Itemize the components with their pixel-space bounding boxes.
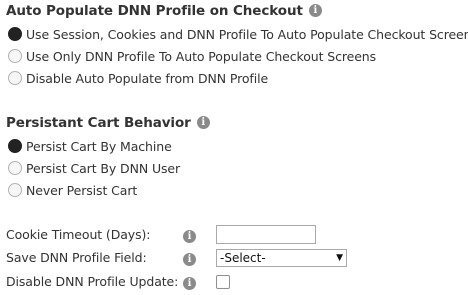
radio-label: Use Only DNN Profile To Auto Populate Ch… [26, 48, 377, 64]
radio-label: Persist Cart By DNN User [26, 160, 181, 176]
radio-button[interactable] [8, 49, 22, 63]
radio-never-persist[interactable]: Never Persist Cart [8, 181, 137, 199]
radio-button[interactable] [8, 27, 22, 41]
auto-populate-title-text: Auto Populate DNN Profile on Checkout [6, 3, 303, 19]
dropdown-arrow-icon: ▼ [336, 253, 343, 263]
save-profile-field-select[interactable]: -Select- ▼ [216, 249, 347, 267]
radio-label: Disable Auto Populate from DNN Profile [26, 70, 269, 86]
cookie-timeout-input[interactable] [216, 225, 316, 244]
info-icon[interactable]: i [308, 3, 322, 17]
select-value: -Select- [220, 251, 266, 265]
disable-profile-update-label: Disable DNN Profile Update: [6, 274, 179, 289]
auto-populate-title: Auto Populate DNN Profile on Checkout i [6, 3, 322, 19]
radio-auto-populate-session[interactable]: Use Session, Cookies and DNN Profile To … [8, 25, 468, 43]
persistent-cart-title-text: Persistant Cart Behavior [6, 115, 191, 131]
radio-auto-populate-disable[interactable]: Disable Auto Populate from DNN Profile [8, 69, 268, 87]
disable-profile-update-checkbox[interactable] [216, 275, 230, 289]
info-icon[interactable]: i [183, 277, 196, 290]
persistent-cart-title: Persistant Cart Behavior i [6, 115, 210, 131]
radio-label: Use Session, Cookies and DNN Profile To … [26, 26, 468, 42]
radio-button[interactable] [8, 71, 22, 85]
radio-label: Never Persist Cart [26, 182, 138, 198]
info-icon[interactable]: i [183, 230, 196, 243]
save-profile-field-label: Save DNN Profile Field: [6, 250, 147, 265]
radio-persist-by-machine[interactable]: Persist Cart By Machine [8, 137, 172, 155]
radio-button[interactable] [8, 139, 22, 153]
radio-label: Persist Cart By Machine [26, 138, 172, 154]
info-icon[interactable]: i [196, 115, 210, 129]
radio-persist-by-user[interactable]: Persist Cart By DNN User [8, 159, 180, 177]
radio-button[interactable] [8, 161, 22, 175]
info-icon[interactable]: i [183, 253, 196, 266]
radio-button[interactable] [8, 183, 22, 197]
radio-auto-populate-dnn-only[interactable]: Use Only DNN Profile To Auto Populate Ch… [8, 47, 376, 65]
cookie-timeout-label: Cookie Timeout (Days): [6, 227, 151, 242]
